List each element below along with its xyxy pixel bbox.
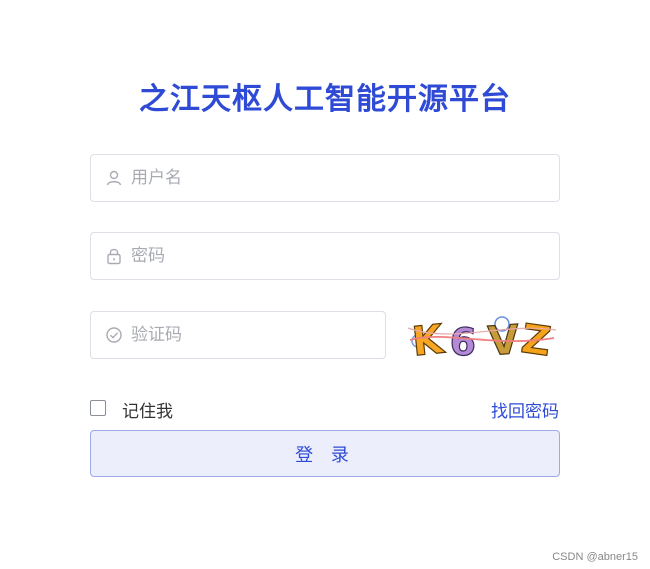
password-input[interactable] <box>131 233 531 279</box>
user-icon <box>106 170 122 186</box>
svg-text:6: 6 <box>448 319 477 362</box>
watermark: CSDN @abner15 <box>552 551 638 563</box>
password-field[interactable] <box>90 232 560 280</box>
captcha-field[interactable] <box>90 311 386 359</box>
forgot-password-link[interactable]: 找回密码 <box>491 397 559 422</box>
username-input[interactable] <box>131 155 531 201</box>
lock-icon <box>107 248 121 265</box>
captcha-input[interactable] <box>131 312 371 358</box>
page-title: 之江天枢人工智能开源平台 <box>139 82 511 117</box>
remember-label: 记住我 <box>122 402 173 422</box>
check-circle-icon <box>106 327 122 343</box>
remember-checkbox[interactable] <box>90 400 106 416</box>
login-button[interactable]: 登 录 <box>90 430 560 477</box>
captcha-image[interactable]: K 6 V Z <box>404 308 560 362</box>
username-field[interactable] <box>90 154 560 202</box>
